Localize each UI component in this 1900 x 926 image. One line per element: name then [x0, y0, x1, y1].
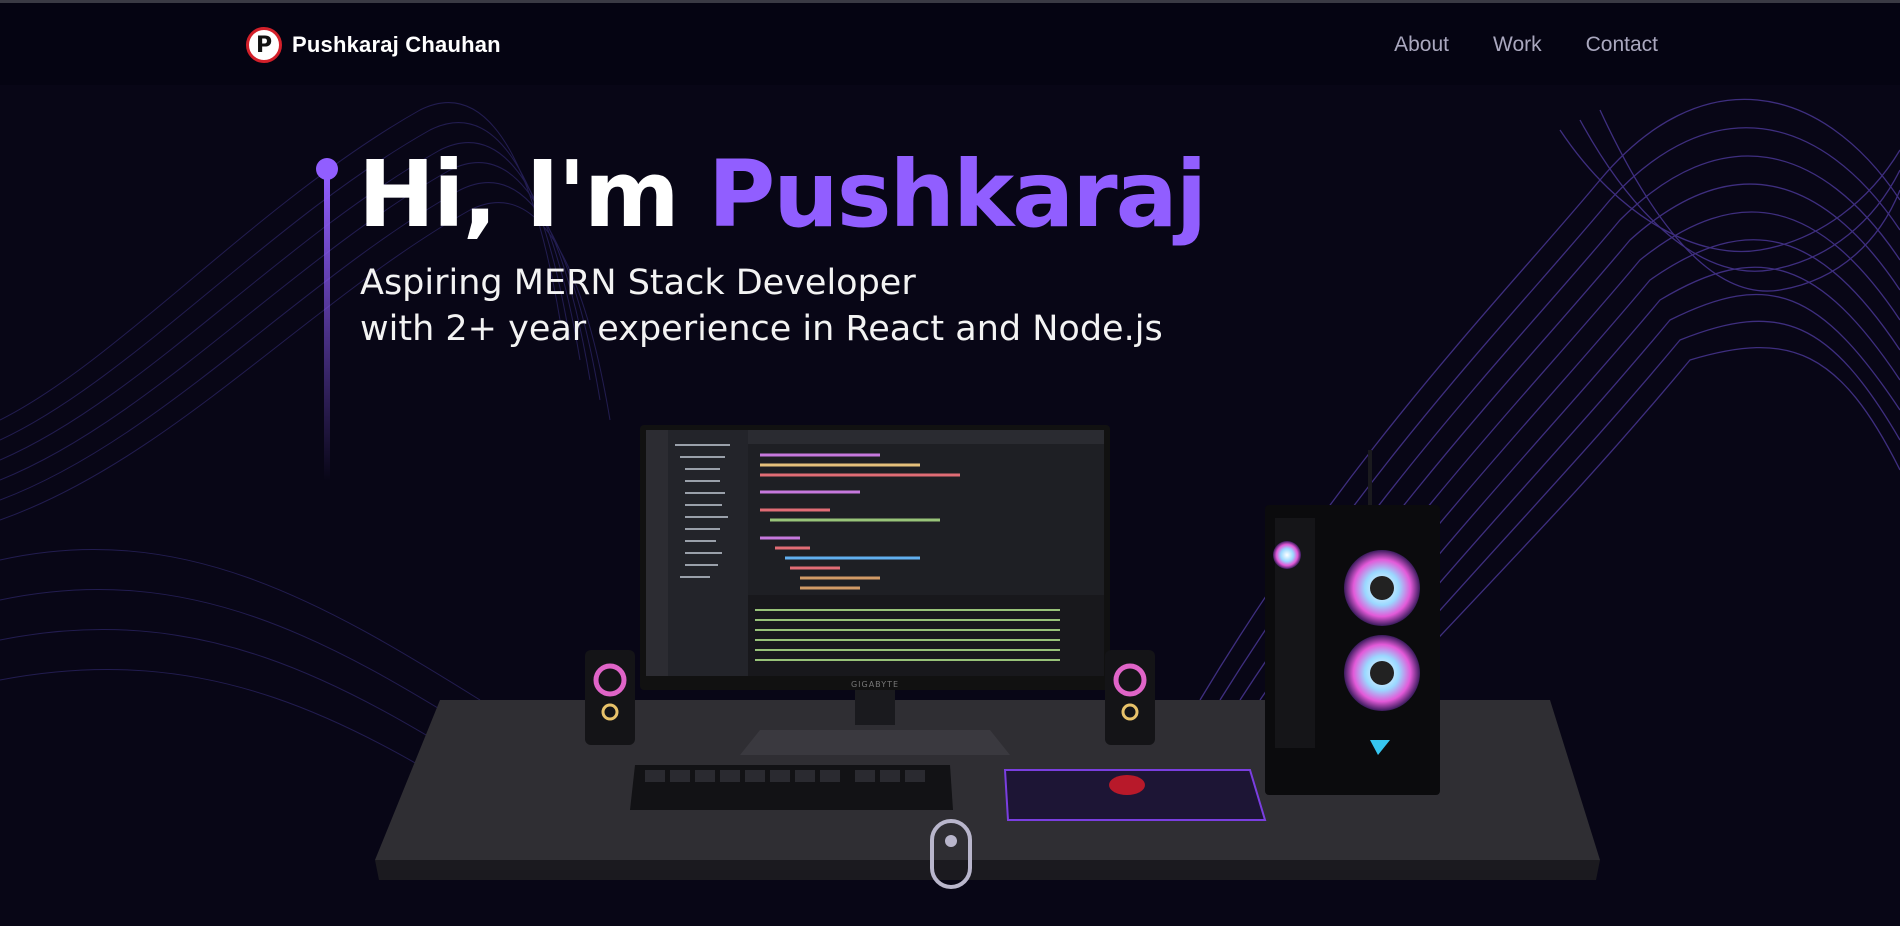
- nav-link-about[interactable]: About: [1394, 33, 1449, 57]
- hero-title: Hi, I'm Pushkaraj: [358, 140, 1207, 250]
- hero-subtitle: Aspiring MERN Stack Developer with 2+ ye…: [360, 260, 1163, 352]
- nav-links: About Work Contact: [1394, 33, 1658, 57]
- monitor-base: [740, 730, 1010, 755]
- hero-greeting: Hi, I'm: [358, 141, 680, 248]
- brand-name: Pushkaraj Chauhan: [292, 32, 501, 57]
- monitor-neck: [855, 690, 895, 725]
- editor-sidebar: [646, 430, 668, 676]
- hero-name: Pushkaraj: [707, 141, 1207, 248]
- brand-home-link[interactable]: P Pushkaraj Chauhan: [246, 27, 501, 63]
- monitor-brand-label: GIGABYTE: [851, 680, 899, 689]
- nav-link-contact[interactable]: Contact: [1586, 33, 1658, 57]
- hero-subtitle-line1: Aspiring MERN Stack Developer: [360, 263, 916, 303]
- hero-subtitle-line2: with 2+ year experience in React and Nod…: [360, 309, 1163, 349]
- editor-terminal: [748, 595, 1104, 676]
- hero-accent-line: [324, 176, 330, 481]
- desk-setup-3d-scene[interactable]: GIGABYTE: [360, 410, 1610, 910]
- nav-link-work[interactable]: Work: [1493, 33, 1542, 57]
- navbar: P Pushkaraj Chauhan About Work Contact: [0, 3, 1900, 85]
- logo-icon: P: [246, 27, 282, 63]
- editor-tabbar: [748, 430, 1104, 444]
- scroll-down-indicator[interactable]: [930, 819, 972, 889]
- scroll-dot: [945, 835, 957, 847]
- desk-front-edge: [375, 860, 1600, 880]
- mouse: [1109, 775, 1145, 795]
